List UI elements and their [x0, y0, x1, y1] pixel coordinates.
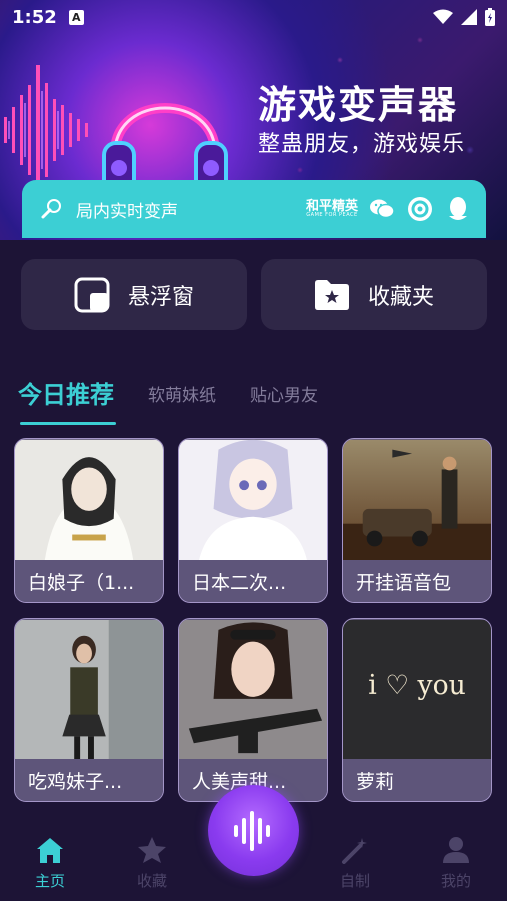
voice-card[interactable]: 日本二次...	[178, 438, 328, 603]
notification-a-icon: A	[68, 9, 84, 25]
card-image-cosplay-girl	[15, 619, 163, 761]
nav-mine-label: 我的	[440, 872, 471, 890]
card-image-gun-girl	[179, 619, 327, 761]
folder-star-icon	[314, 279, 349, 310]
tab-today-recommend[interactable]: 今日推荐	[18, 372, 116, 425]
category-tabs: 今日推荐 软萌妹纸 贴心男友	[18, 372, 318, 425]
voice-card[interactable]: 吃鸡妹子...	[14, 618, 164, 802]
tab-caring-boyfriend[interactable]: 贴心男友	[250, 372, 318, 406]
nav-custom[interactable]: 自制	[325, 836, 385, 891]
card-title: 开挂语音包	[343, 560, 491, 602]
nav-custom-label: 自制	[339, 872, 370, 890]
card-title: 萝莉	[343, 759, 491, 801]
floating-window-icon	[74, 277, 110, 312]
status-icons	[433, 8, 495, 26]
voice-record-button[interactable]	[208, 785, 299, 876]
nav-home[interactable]: 主页	[20, 836, 80, 891]
battery-icon	[485, 8, 495, 26]
favorites-folder-button[interactable]: 收藏夹	[261, 259, 487, 330]
nav-home-label: 主页	[34, 872, 65, 890]
game-for-peace-logo: 和平精英 GAME FOR PEACE	[306, 200, 358, 218]
wifi-icon	[433, 9, 453, 24]
banner-title: 游戏变声器	[258, 83, 459, 127]
voice-card[interactable]: i ♡ you 萝莉	[342, 618, 492, 802]
magic-wand-icon	[342, 838, 367, 864]
nav-favorites[interactable]: 收藏	[122, 836, 182, 891]
in-game-voice-change-bar[interactable]: 局内实时变声 和平精英 GAME FOR PEACE	[22, 180, 486, 238]
qq-game-icon[interactable]	[406, 195, 434, 223]
status-time: 1:52	[12, 6, 57, 28]
nav-favorites-label: 收藏	[136, 872, 167, 890]
voice-card[interactable]: 开挂语音包	[342, 438, 492, 603]
nav-mine[interactable]: 我的	[426, 836, 486, 891]
voice-card[interactable]: 人美声甜...	[178, 618, 328, 802]
card-title: 吃鸡妹子...	[15, 759, 163, 801]
floating-window-button[interactable]: 悬浮窗	[21, 259, 247, 330]
voice-card[interactable]: 白娘子（1...	[14, 438, 164, 603]
card-title: 日本二次...	[179, 560, 327, 602]
card-title: 白娘子（1...	[15, 560, 163, 602]
favorites-folder-label: 收藏夹	[367, 284, 434, 310]
star-icon	[138, 837, 166, 863]
floating-window-label: 悬浮窗	[127, 284, 194, 310]
qq-penguin-icon[interactable]	[444, 195, 472, 223]
card-image-neon-sign: i ♡ you	[343, 619, 491, 761]
signal-icon	[461, 9, 477, 25]
status-bar: 1:52 A	[0, 0, 507, 34]
neon-sign-text: i ♡ you	[368, 670, 466, 701]
card-image-anime-girl	[179, 439, 327, 562]
user-icon	[443, 837, 469, 863]
wechat-icon[interactable]	[368, 195, 396, 223]
in-game-voice-change-label: 局内实时变声	[76, 201, 178, 222]
game-logo-subtitle: GAME FOR PEACE	[306, 212, 358, 218]
banner-subtitle: 整蛊朋友，游戏娱乐	[258, 132, 466, 157]
microphone-icon	[41, 199, 61, 219]
home-icon	[37, 838, 63, 863]
sound-wave-icon	[233, 810, 270, 851]
app-screen: 游戏变声器 整蛊朋友，游戏娱乐 1:52 A 局内实时变声 和平精英 GAME …	[0, 0, 507, 901]
card-image-battle-scene	[343, 439, 491, 562]
card-image-white-lady	[15, 439, 163, 562]
tab-cute-girls[interactable]: 软萌妹纸	[148, 372, 216, 406]
